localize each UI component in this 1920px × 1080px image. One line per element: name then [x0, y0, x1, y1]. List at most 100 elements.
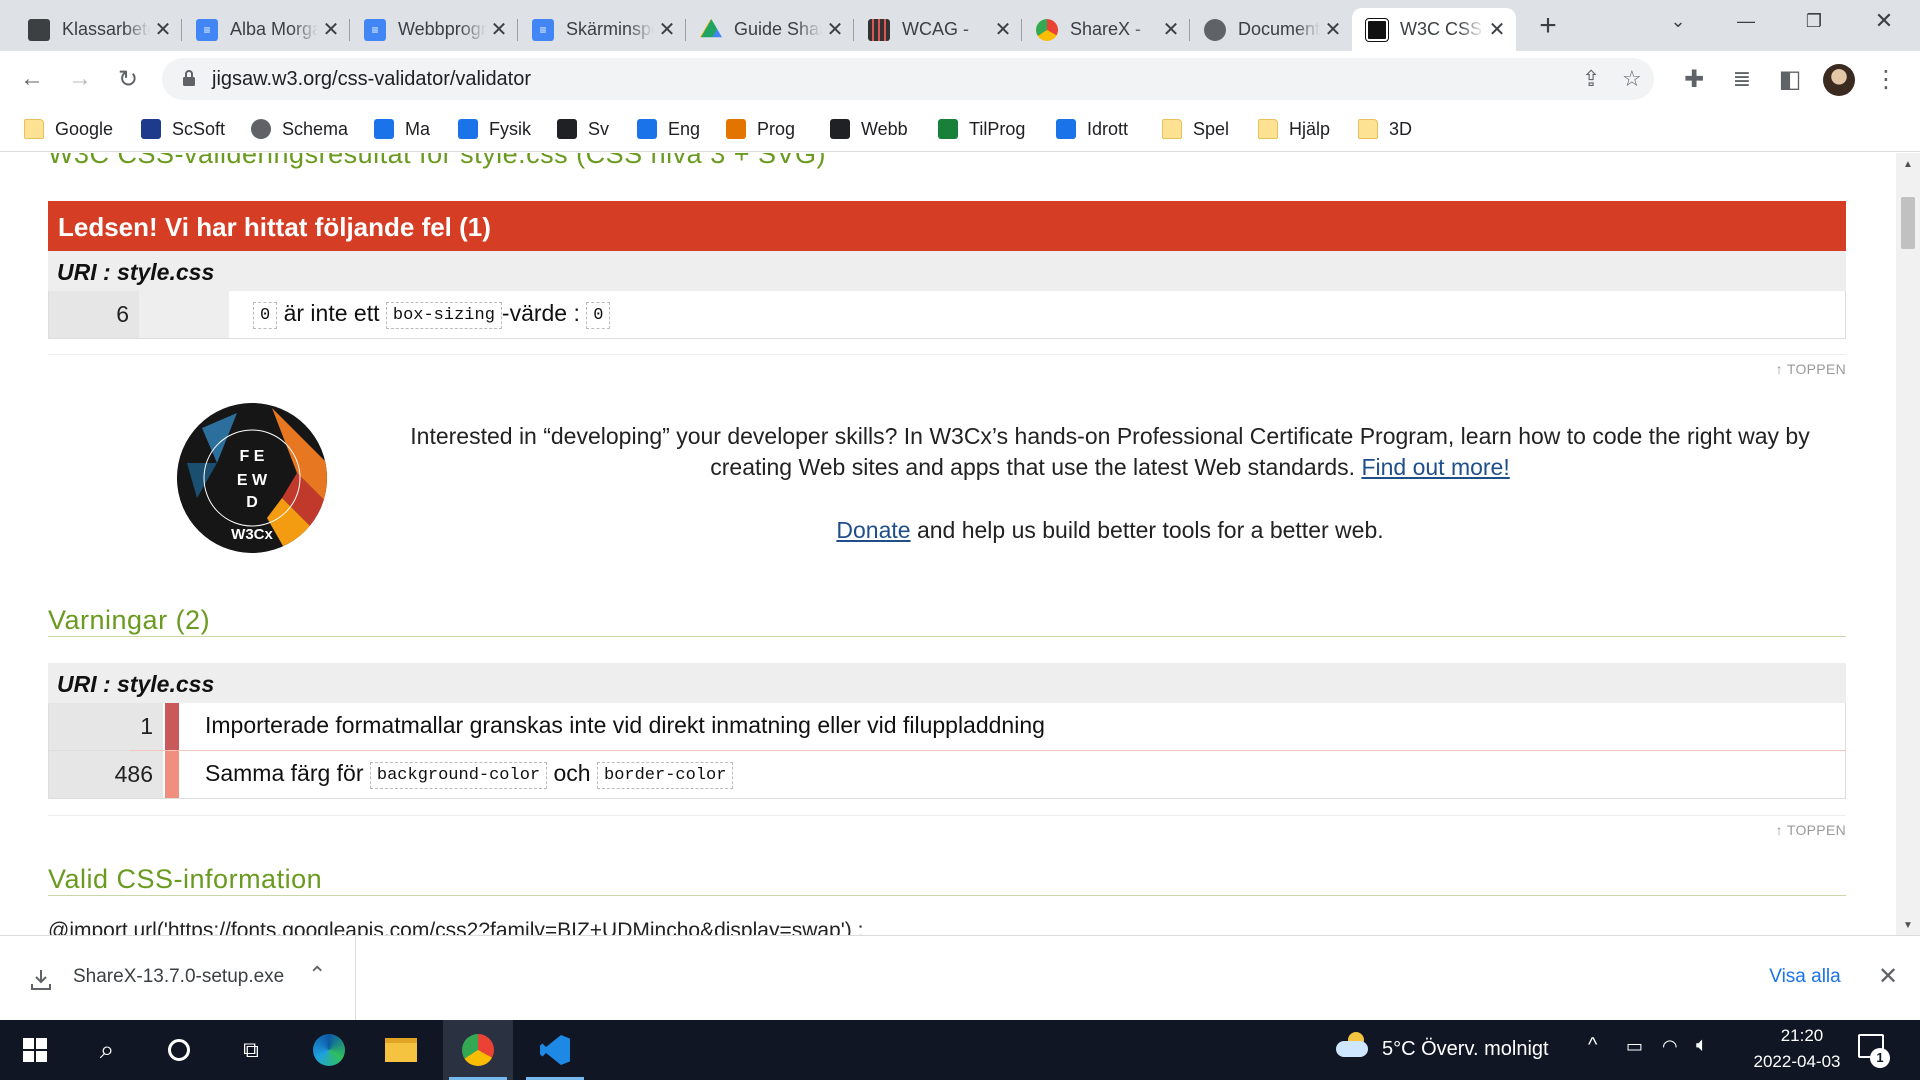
bookmark-star-icon[interactable]: ☆	[1622, 66, 1642, 92]
error-banner: Ledsen! Vi har hittat följande fel (1)	[48, 201, 1846, 251]
tab-webbprog[interactable]: ≡ Webbprogrammering ✕	[350, 8, 518, 51]
start-button[interactable]	[0, 1020, 70, 1080]
page-viewport: W3C CSS-valideringsresultat för style.cs…	[0, 153, 1920, 935]
back-button[interactable]: ←	[14, 61, 50, 97]
share-icon[interactable]: ⇪	[1582, 66, 1600, 92]
url-text[interactable]: jigsaw.w3.org/css-validator/validator	[212, 68, 531, 91]
error-row: 6 0 är inte ett box-sizing -värde : 0	[48, 291, 1846, 339]
close-icon[interactable]: ✕	[1162, 17, 1180, 42]
avatar[interactable]	[1823, 64, 1855, 96]
wifi-icon[interactable]: ◠	[1662, 1036, 1678, 1057]
bookmark-google[interactable]: Google	[24, 115, 113, 143]
clock-time[interactable]: 21:20	[1760, 1026, 1844, 1046]
cortana-icon[interactable]	[144, 1020, 214, 1080]
show-all-button[interactable]: Visa alla	[1756, 957, 1854, 997]
weather-cloud-icon[interactable]	[1336, 1032, 1370, 1058]
tab-document[interactable]: Document ✕	[1190, 8, 1352, 51]
scroll-down-arrow-icon[interactable]: ▼	[1896, 920, 1920, 931]
tab-sharex[interactable]: ShareX - ✕	[1022, 8, 1190, 51]
minimize-button[interactable]: —	[1712, 0, 1780, 42]
address-bar[interactable]: jigsaw.w3.org/css-validator/validator ⇪ …	[162, 58, 1654, 100]
tab-w3c-validator[interactable]: W3C CSS Validator ✕	[1352, 8, 1516, 51]
scrollbar-thumb[interactable]	[1901, 197, 1915, 249]
docs-icon: ≡	[532, 18, 554, 41]
vscode-icon[interactable]	[520, 1020, 590, 1080]
chevron-up-icon[interactable]: ⌃	[308, 962, 326, 988]
task-view-icon[interactable]: ⧉	[216, 1020, 286, 1080]
back-to-top-link[interactable]: ↑ TOPPEN	[1776, 361, 1846, 377]
tab-klassarbete[interactable]: Klassarbete ✕	[14, 8, 182, 51]
bookmark-webb[interactable]: Webb	[830, 115, 908, 143]
reload-button[interactable]: ↻	[110, 61, 146, 97]
clock-date[interactable]: 2022-04-03	[1742, 1052, 1852, 1072]
close-icon[interactable]: ✕	[994, 17, 1012, 42]
file-explorer-icon[interactable]	[366, 1020, 436, 1080]
battery-icon[interactable]: ▭	[1626, 1036, 1643, 1057]
close-icon[interactable]: ✕	[826, 17, 844, 42]
weather-text[interactable]: 5°C Överv. molnigt	[1382, 1038, 1549, 1061]
tab-wcag[interactable]: WCAG - ✕	[854, 8, 1022, 51]
lock-icon	[183, 70, 195, 86]
bookmark-ma[interactable]: Ma	[374, 115, 430, 143]
close-icon[interactable]: ✕	[1324, 17, 1342, 42]
close-icon[interactable]: ✕	[658, 17, 676, 42]
back-to-top-link[interactable]: ↑ TOPPEN	[1776, 822, 1846, 838]
folder-icon	[1162, 119, 1182, 139]
new-tab-button[interactable]: +	[1530, 8, 1566, 44]
browser-toolbar: ← → ↻ jigsaw.w3.org/css-validator/valida…	[0, 51, 1920, 106]
svg-text:D: D	[246, 494, 258, 511]
extensions-puzzle-icon[interactable]: ✚	[1676, 61, 1712, 97]
side-panel-icon[interactable]: ◧	[1772, 61, 1808, 97]
warning-level-marker	[165, 751, 179, 798]
volume-icon[interactable]: 🔈︎	[1696, 1034, 1708, 1057]
drive-icon	[700, 18, 722, 38]
svg-text:W3Cx: W3Cx	[231, 526, 273, 543]
bookmark-sv[interactable]: Sv	[557, 115, 609, 143]
bookmark-idrott[interactable]: Idrott	[1056, 115, 1128, 143]
search-icon[interactable]: ⌕	[72, 1020, 142, 1080]
classroom-icon	[830, 119, 850, 139]
menu-kebab-icon[interactable]: ⋮	[1868, 61, 1904, 97]
tab-alba[interactable]: ≡ Alba Morgan ✕	[182, 8, 350, 51]
warning-message: Importerade formatmallar granskas inte v…	[205, 712, 1045, 738]
close-icon[interactable]: ✕	[1878, 962, 1898, 991]
bookmark-prog[interactable]: Prog	[726, 115, 795, 143]
heading-underline	[48, 895, 1846, 896]
tab-skarmins[interactable]: ≡ Skärminspelning ✕	[518, 8, 686, 51]
close-icon[interactable]: ✕	[1488, 17, 1506, 42]
close-icon[interactable]: ✕	[490, 17, 508, 42]
bookmark-schema[interactable]: Schema	[251, 115, 348, 143]
close-window-button[interactable]: ✕	[1850, 0, 1918, 42]
windows-taskbar: ⌕ ⧉ 5°C Överv. molnigt ^ ▭ ◠ 🔈︎ 21:20 20…	[0, 1020, 1920, 1080]
w3cx-logo[interactable]: F E E W D W3Cx	[177, 403, 327, 553]
forward-button[interactable]: →	[62, 61, 98, 97]
media-control-icon[interactable]: ≣	[1724, 61, 1760, 97]
bookmark-scsoft[interactable]: ScSoft	[141, 115, 225, 143]
scroll-up-arrow-icon[interactable]: ▲	[1896, 159, 1920, 170]
bookmark-fysik[interactable]: Fysik	[458, 115, 531, 143]
divider	[48, 815, 1846, 816]
donate-link[interactable]: Donate	[836, 517, 910, 543]
download-file-icon	[31, 970, 51, 990]
tab-strip: Klassarbete ✕ ≡ Alba Morgan ✕ ≡ Webbprog…	[0, 0, 1920, 51]
chevron-up-icon[interactable]: ^	[1588, 1034, 1597, 1057]
error-uri: URI : style.css	[48, 251, 1846, 291]
folder-icon	[24, 119, 44, 139]
film-icon	[868, 18, 890, 41]
restore-button[interactable]: ❐	[1780, 0, 1848, 42]
page-scrollbar[interactable]: ▲ ▼	[1896, 153, 1920, 935]
docs-icon: ≡	[196, 18, 218, 41]
edge-icon[interactable]	[294, 1020, 364, 1080]
bookmark-3d[interactable]: 3D	[1358, 115, 1412, 143]
download-item[interactable]: ShareX-13.7.0-setup.exe ⌃	[0, 936, 356, 1021]
chrome-taskbar-icon[interactable]	[443, 1020, 513, 1080]
tab-search-chevron-icon[interactable]: ⌄	[1644, 0, 1712, 42]
tab-guide[interactable]: Guide ShareX ✕	[686, 8, 854, 51]
bookmark-tilprog[interactable]: TilProg	[938, 115, 1025, 143]
bookmark-hjalp[interactable]: Hjälp	[1258, 115, 1330, 143]
close-icon[interactable]: ✕	[322, 17, 340, 42]
bookmark-eng[interactable]: Eng	[637, 115, 700, 143]
bookmark-spel[interactable]: Spel	[1162, 115, 1229, 143]
find-out-more-link[interactable]: Find out more!	[1361, 454, 1509, 480]
close-icon[interactable]: ✕	[154, 17, 172, 42]
